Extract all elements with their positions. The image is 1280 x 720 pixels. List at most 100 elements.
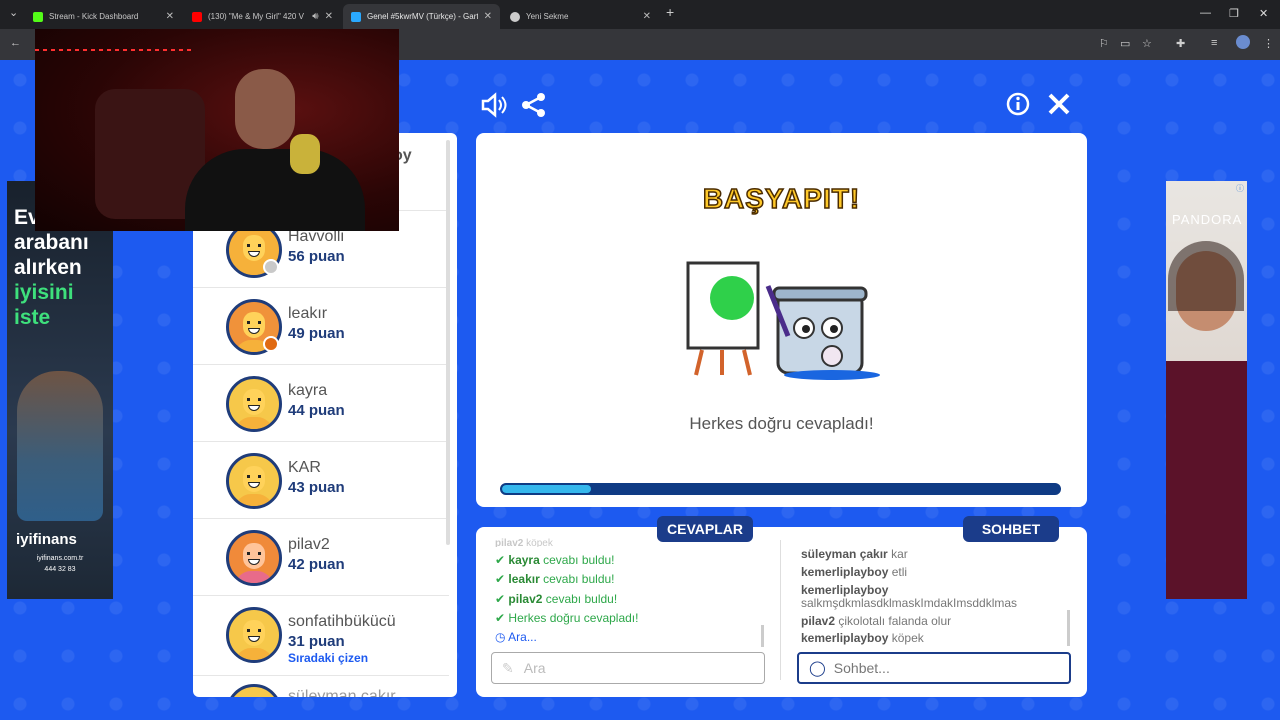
player-score: 49 puan xyxy=(288,325,345,342)
chat-input[interactable]: ◯ Sohbet... xyxy=(797,652,1071,684)
ad-model-dress xyxy=(1166,361,1247,599)
new-tab-icon[interactable]: + xyxy=(666,4,674,20)
close-icon[interactable]: ✕ xyxy=(166,11,174,22)
player-name: pilav2 xyxy=(288,536,330,553)
masterpiece-illustration xyxy=(686,261,880,380)
tab-search-icon[interactable]: ⌄ xyxy=(9,6,18,19)
player-name: leakır xyxy=(288,305,328,322)
player-score: 56 puan xyxy=(288,248,345,265)
back-icon[interactable]: ← xyxy=(10,37,21,49)
media-icon[interactable]: ≡ xyxy=(1211,37,1217,49)
extensions-icon[interactable]: ✚ xyxy=(1176,37,1185,50)
answer-line: ✔ kayra cevabı buldu! xyxy=(495,553,615,567)
player-row-partial[interactable]: süleyman çakır xyxy=(193,678,449,697)
ad-text: iyisini xyxy=(14,281,74,304)
tab-answers[interactable]: CEVAPLAR xyxy=(657,516,753,542)
answer-line: ✔ Herkes doğru cevapladı! xyxy=(495,611,639,625)
tab-chat[interactable]: SOHBET xyxy=(963,516,1059,542)
close-icon[interactable]: ✕ xyxy=(643,11,651,22)
player-row[interactable]: leakır 49 puan xyxy=(193,288,449,365)
game-stage: BAŞYAPIT! Herkes doğru cevapladı! xyxy=(476,133,1087,507)
close-game-icon[interactable] xyxy=(1047,92,1071,116)
tab-title: Genel #5kwrMV (Türkçe) - Gart xyxy=(367,12,478,21)
check-icon: ✔ xyxy=(495,572,506,586)
avatar xyxy=(226,684,282,697)
check-icon: ✔ xyxy=(495,553,506,567)
kick-icon xyxy=(33,11,43,22)
tab-title: Stream - Kick Dashboard xyxy=(49,12,139,21)
menu-icon[interactable]: ⋮ xyxy=(1263,37,1274,50)
close-icon[interactable]: ✕ xyxy=(325,11,333,22)
panel-divider xyxy=(780,540,781,680)
right-ad-banner[interactable]: PANDORA ⓘ xyxy=(1166,181,1247,599)
tab-title: Yeni Sekme xyxy=(526,12,569,21)
tab-title: (130) "Me & My Girl" 420 V xyxy=(208,12,304,21)
avatar xyxy=(226,453,282,509)
round-result: Herkes doğru cevapladı! xyxy=(689,414,874,433)
browser-tab-4[interactable]: Yeni Sekme ✕ xyxy=(502,4,659,29)
close-window-icon[interactable]: ✕ xyxy=(1259,7,1268,20)
info-icon[interactable] xyxy=(1006,92,1030,116)
ad-text: iste xyxy=(14,306,51,329)
player-name: süleyman çakır xyxy=(288,688,396,697)
answers-scrollbar[interactable] xyxy=(761,625,764,647)
player-row[interactable]: kayra 44 puan xyxy=(193,365,449,442)
close-icon[interactable]: ✕ xyxy=(484,11,492,22)
webcam-overlay xyxy=(35,29,399,231)
ad-model-hair xyxy=(1168,241,1244,311)
player-name: KAR xyxy=(288,459,321,476)
bookmark-star-icon[interactable]: ☆ xyxy=(1142,37,1152,50)
answer-line: pilav2 köpek xyxy=(495,538,553,547)
chat-line: kemerliplayboy etli xyxy=(801,565,908,579)
browser-tab-1[interactable]: Stream - Kick Dashboard ✕ xyxy=(25,4,182,29)
cast-icon[interactable]: ▭ xyxy=(1120,37,1130,50)
browser-tab-2[interactable]: (130) "Me & My Girl" 420 V 🔊︎ ✕ xyxy=(184,4,341,29)
restore-icon[interactable]: ❐ xyxy=(1229,7,1239,20)
check-icon: ✔ xyxy=(495,592,506,606)
player-score: 44 puan xyxy=(288,402,345,419)
streamer-body xyxy=(185,149,365,231)
player-row[interactable]: sonfatihbükücü 31 puan Sıradaki çizen xyxy=(193,596,449,676)
chat-bubble-icon: ◯ xyxy=(809,660,826,677)
profile-avatar[interactable] xyxy=(1236,35,1250,49)
player-name: sonfatihbükücü xyxy=(288,613,396,630)
status-badge xyxy=(263,259,279,275)
next-drawer-label: Sıradaki çizen xyxy=(288,651,369,665)
round-title: BAŞYAPIT! xyxy=(702,182,861,215)
pencil-icon: ✎ xyxy=(502,659,514,676)
ad-brand: PANDORA xyxy=(1172,212,1243,227)
translate-icon[interactable]: ⚐ xyxy=(1099,37,1109,50)
answer-line: ✔ pilav2 cevabı buldu! xyxy=(495,592,618,606)
avatar xyxy=(226,607,282,663)
ad-site: iyifinans.com.tr xyxy=(36,555,84,562)
browser-tab-3[interactable]: Genel #5kwrMV (Türkçe) - Gart ✕ xyxy=(343,4,500,29)
chrome-icon xyxy=(510,11,520,22)
speaker-icon[interactable]: 🔊︎ xyxy=(312,11,318,22)
sound-icon[interactable] xyxy=(480,92,508,118)
answer-line: ◷ Ara... xyxy=(495,630,537,644)
player-score: 42 puan xyxy=(288,556,345,573)
ad-text: alırken xyxy=(14,256,82,279)
player-row[interactable]: pilav2 42 puan xyxy=(193,519,449,596)
led-strip xyxy=(35,49,195,51)
chat-line: kemerliplayboy xyxy=(801,583,889,597)
ad-info-icon[interactable]: ⓘ xyxy=(1236,183,1244,194)
chat-line: kemerliplayboy köpek xyxy=(801,631,924,645)
chat-placeholder: Sohbet... xyxy=(833,660,890,676)
youtube-icon xyxy=(192,11,202,22)
player-name: kayra xyxy=(288,382,328,399)
chat-line: süleyman çakır kar xyxy=(801,547,908,561)
avatar xyxy=(226,530,282,586)
chat-line: pilav2 çikolotalı falanda olur xyxy=(801,614,952,628)
progress-fill xyxy=(502,485,592,493)
check-icon: ✔ xyxy=(495,611,506,625)
answer-input[interactable]: ✎ Ara xyxy=(491,652,765,684)
chat-scrollbar[interactable] xyxy=(1067,610,1070,646)
ad-phone: 444 32 83 xyxy=(44,566,76,573)
players-scrollbar[interactable] xyxy=(446,140,450,545)
left-ad-banner[interactable]: Ev arabanı alırken iyisini iste iyifinan… xyxy=(7,181,113,599)
answer-placeholder: Ara xyxy=(523,660,546,676)
player-row[interactable]: KAR 43 puan xyxy=(193,442,449,519)
minimize-icon[interactable]: — xyxy=(1200,7,1211,19)
share-icon[interactable] xyxy=(521,92,547,118)
